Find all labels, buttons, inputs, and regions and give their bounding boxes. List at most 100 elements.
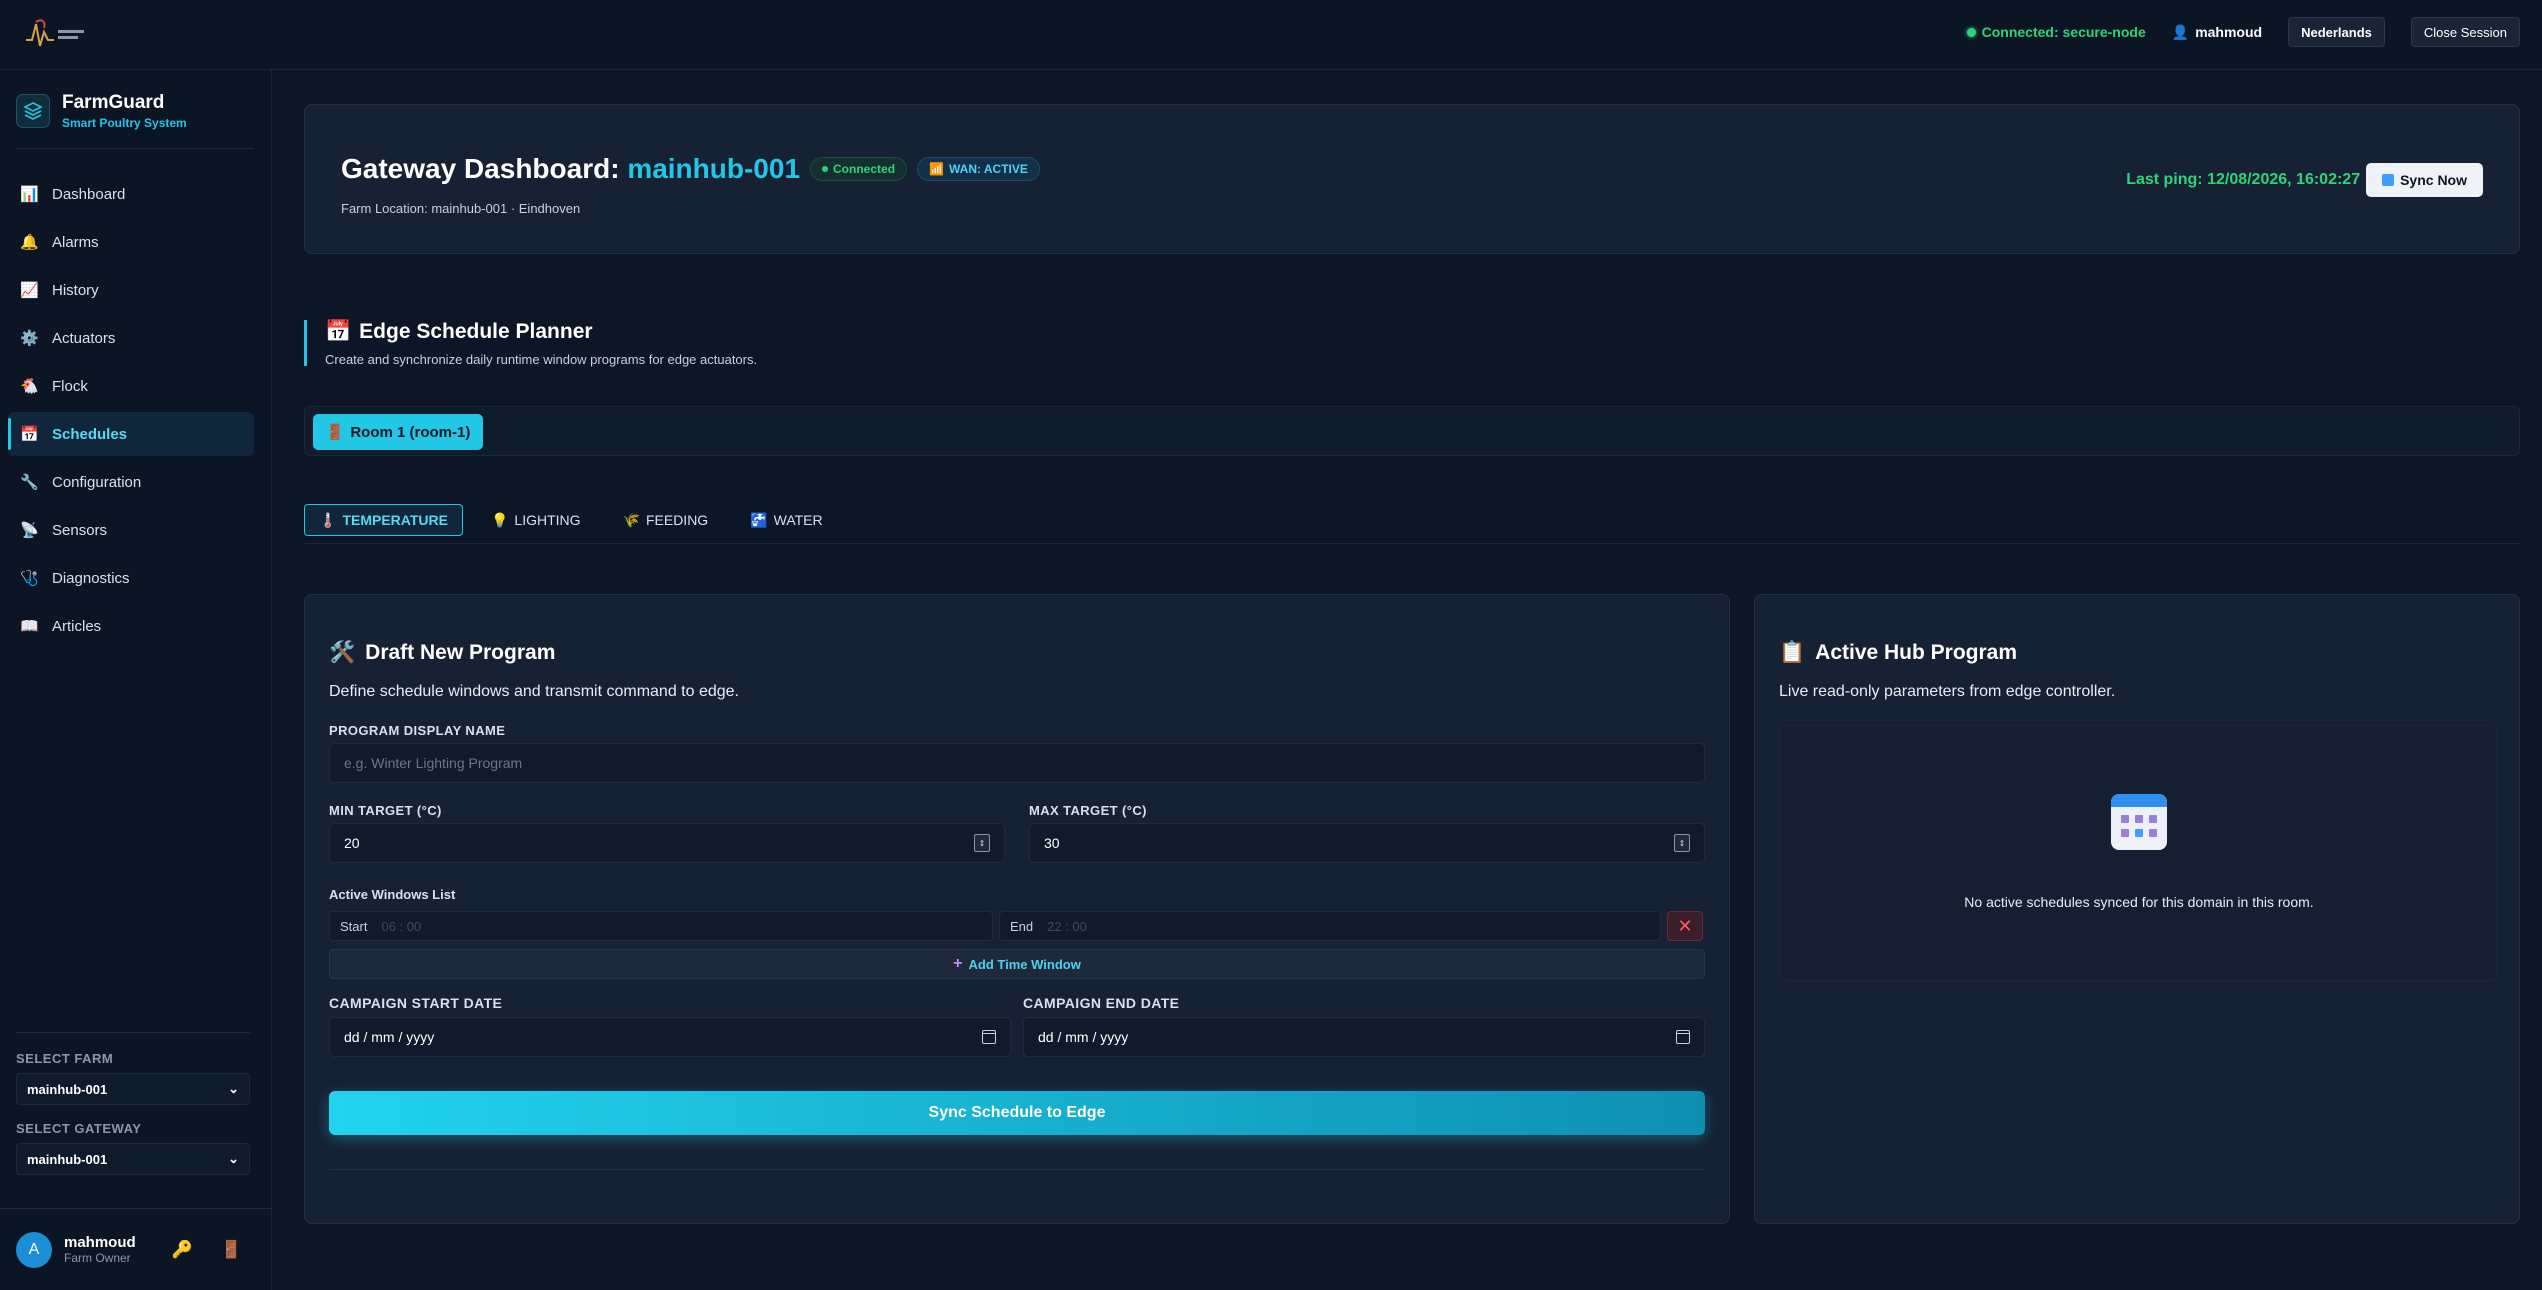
sidebar-item-label: Actuators	[52, 329, 116, 347]
sync-now-button[interactable]: Sync Now	[2366, 163, 2483, 197]
farm-select[interactable]: mainhub-001 ⌄	[16, 1073, 250, 1105]
temperature-icon: 🌡️	[319, 511, 337, 528]
sidebar-item-label: Sensors	[52, 521, 108, 539]
sidebar-item-diagnostics[interactable]: 🩺 Diagnostics	[8, 556, 254, 600]
sidebar-item-articles[interactable]: 📖 Articles	[8, 604, 254, 648]
sidebar-item-label: Alarms	[52, 233, 99, 251]
close-icon: ✕	[1677, 915, 1693, 936]
sidebar-item-label: Flock	[52, 377, 88, 395]
schedules-icon: 📅	[20, 426, 39, 443]
sidebar-item-configuration[interactable]: 🔧 Configuration	[8, 460, 254, 504]
campaign-end-input[interactable]: dd / mm / yyyy	[1023, 1017, 1705, 1057]
language-button[interactable]: Nederlands	[2288, 17, 2385, 47]
windows-list-label: Active Windows List	[329, 887, 456, 902]
tab-water[interactable]: 🚰 WATER	[736, 504, 836, 536]
hub-name: mainhub-001	[627, 153, 801, 184]
logout-door-icon[interactable]: 🚪	[221, 1240, 242, 1260]
sidebar: FarmGuard Smart Poultry System 📊 Dashboar…	[0, 70, 272, 1290]
chart-icon: 📶	[929, 162, 944, 176]
dashboard-icon: 📊	[20, 186, 39, 203]
key-icon[interactable]: 🔑	[172, 1240, 193, 1260]
sidebar-item-schedules[interactable]: 📅 Schedules	[8, 412, 254, 456]
min-target-input[interactable]: 20 ⇕	[329, 823, 1005, 863]
chevron-down-icon: ⌄	[228, 1151, 239, 1166]
wan-badge: 📶 WAN: ACTIVE	[917, 157, 1040, 181]
connected-badge: Connected	[810, 157, 908, 181]
gateway-card: Gateway Dashboard: mainhub-001 Connected…	[304, 104, 2520, 254]
sidebar-item-history[interactable]: 📈 History	[8, 268, 254, 312]
layers-icon	[16, 94, 50, 128]
sync-schedule-button[interactable]: Sync Schedule to Edge	[329, 1091, 1705, 1135]
sidebar-item-sensors[interactable]: 📡 Sensors	[8, 508, 254, 552]
program-name-input[interactable]: e.g. Winter Lighting Program	[329, 743, 1705, 783]
window-start-input[interactable]: Start 06 : 00	[329, 911, 993, 941]
sidebar-item-label: Dashboard	[52, 185, 126, 203]
gateway-select[interactable]: mainhub-001 ⌄	[16, 1143, 250, 1175]
sidebar-nav: 📊 Dashboard 🔔 Alarms 📈 History ⚙️ Actuators 🐔 Flo…	[8, 172, 254, 652]
sync-icon	[2382, 174, 2395, 186]
max-target-label: MAX TARGET (°C)	[1029, 803, 1147, 818]
page-title: Gateway Dashboard: mainhub-001	[341, 153, 801, 184]
water-icon: 🚰	[750, 511, 768, 528]
flock-icon: 🐔	[20, 378, 39, 395]
door-icon: 🚪	[325, 424, 345, 441]
close-session-button[interactable]: Close Session	[2410, 17, 2520, 47]
tools-icon: 🛠️	[329, 641, 356, 664]
brand-name: FarmGuard	[62, 92, 165, 113]
feeding-icon: 🌾	[622, 511, 640, 528]
tab-temperature[interactable]: 🌡️ TEMPERATURE	[304, 504, 463, 536]
tab-feeding[interactable]: 🌾 FEEDING	[609, 504, 723, 536]
top-user: 👤 mahmoud	[2171, 23, 2263, 41]
user-icon: 👤	[2171, 23, 2190, 40]
sidebar-item-label: History	[52, 281, 99, 299]
sidebar-item-label: Schedules	[52, 425, 128, 443]
planner-subtitle: Create and synchronize daily runtime win…	[325, 352, 758, 367]
sidebar-item-flock[interactable]: 🐔 Flock	[8, 364, 254, 408]
tab-lighting[interactable]: 💡 LIGHTING	[477, 504, 595, 536]
user-card: A mahmoud Farm Owner 🔑 🚪	[0, 1208, 272, 1290]
empty-message: No active schedules synced for this doma…	[1964, 894, 2314, 910]
room-button[interactable]: 🚪 Room 1 (room-1)	[313, 414, 483, 450]
sidebar-item-actuators[interactable]: ⚙️ Actuators	[8, 316, 254, 360]
stepper-icon[interactable]: ⇕	[1674, 834, 1690, 852]
planner-header: 📅 Edge Schedule Planner Create and synchr…	[304, 320, 758, 367]
max-target-input[interactable]: 30 ⇕	[1029, 823, 1705, 863]
sidebar-item-label: Diagnostics	[52, 569, 130, 587]
sidebar-item-alarms[interactable]: 🔔 Alarms	[8, 220, 254, 264]
avatar[interactable]: A	[16, 1231, 52, 1268]
domain-tabs: 🌡️ TEMPERATURE 💡 LIGHTING 🌾 FEEDING 🚰 WATER	[304, 504, 2520, 544]
campaign-start-input[interactable]: dd / mm / yyyy	[329, 1017, 1011, 1057]
draft-program-card: 🛠️ Draft New Program Define schedule wind…	[304, 594, 1730, 1224]
remove-window-button[interactable]: ✕	[1667, 911, 1703, 941]
app-logo-icon	[26, 19, 84, 47]
add-time-window-button[interactable]: + Add Time Window	[329, 949, 1705, 979]
diagnostics-icon: 🩺	[20, 570, 39, 587]
status-dot-icon	[1966, 27, 1976, 37]
last-ping: Last ping: 12/08/2026, 16:02:27	[2126, 171, 2361, 188]
chevron-down-icon: ⌄	[228, 1081, 239, 1096]
articles-icon: 📖	[20, 618, 39, 635]
dot-icon	[822, 166, 829, 172]
campaign-start-label: CAMPAIGN START DATE	[329, 995, 503, 1011]
window-end-input[interactable]: End 22 : 00	[999, 911, 1661, 941]
sidebar-item-label: Articles	[52, 617, 102, 635]
empty-state: No active schedules synced for this doma…	[1779, 725, 2497, 981]
connection-status: Connected: secure-node	[1966, 24, 2146, 40]
actuators-icon: ⚙️	[20, 330, 39, 347]
calendar-icon: 📅	[325, 320, 352, 343]
select-gateway-label: SELECT GATEWAY	[16, 1121, 142, 1136]
sensors-icon: 📡	[20, 522, 39, 539]
sidebar-item-dashboard[interactable]: 📊 Dashboard	[8, 172, 254, 216]
brand-subtitle: Smart Poultry System	[62, 116, 187, 130]
stepper-icon[interactable]: ⇕	[974, 834, 990, 852]
draft-desc: Define schedule windows and transmit com…	[329, 683, 739, 700]
room-bar: 🚪 Room 1 (room-1)	[304, 406, 2520, 456]
brand: FarmGuard Smart Poultry System	[16, 92, 254, 149]
clipboard-icon: 📋	[1779, 641, 1806, 664]
user-name: mahmoud	[64, 1234, 136, 1251]
alarms-icon: 🔔	[20, 234, 39, 251]
sidebar-item-label: Configuration	[52, 473, 142, 491]
calendar-icon[interactable]	[982, 1030, 996, 1044]
calendar-icon[interactable]	[1676, 1030, 1690, 1044]
calendar-icon	[2111, 794, 2167, 850]
